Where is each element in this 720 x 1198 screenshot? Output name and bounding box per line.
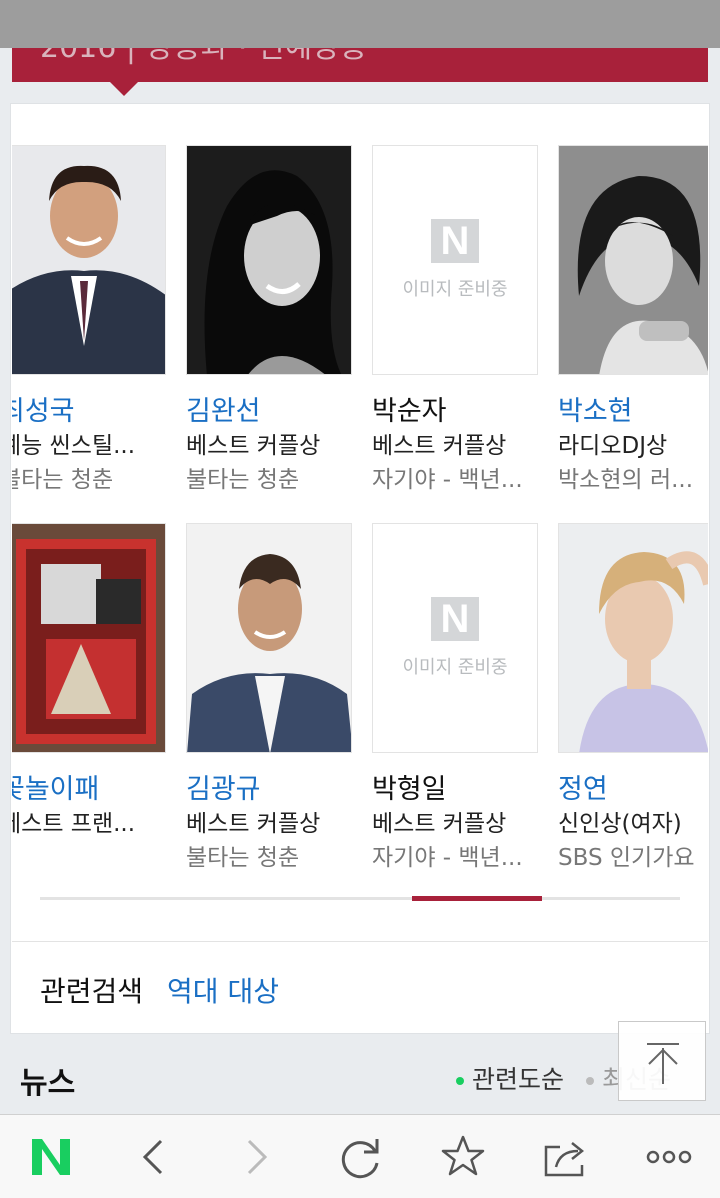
person-card[interactable]: 꽃놀이패 베스트 프랜... (12, 523, 166, 841)
person-name[interactable]: 김완선 (186, 395, 352, 429)
person-show: 박소현의 러... (558, 467, 694, 493)
related-search-link[interactable]: 역대 대상 (167, 975, 279, 1008)
more-icon (646, 1150, 692, 1164)
placeholder-text: 이미지 준비중 (402, 657, 508, 678)
related-search: 관련검색 역대 대상 (40, 970, 279, 1010)
people-grid: 최성국 예능 씬스틸... 불타는 청춘 김완선 베스트 커플상 불타는 청춘 … (12, 104, 708, 904)
banner-pointer (110, 82, 138, 96)
arrow-up-icon (647, 1043, 679, 1084)
person-award: 베스트 프랜... (12, 811, 136, 837)
browser-toolbar (0, 1114, 720, 1198)
person-show: 불타는 청춘 (186, 845, 300, 871)
person-card[interactable]: 김광규 베스트 커플상 불타는 청춘 (186, 523, 352, 875)
person-name: 박형일 (372, 774, 447, 805)
bookmark-button[interactable] (423, 1115, 503, 1198)
person-photo[interactable] (558, 145, 708, 375)
person-award: 신인상(여자) (558, 811, 682, 837)
status-bar (0, 0, 720, 48)
divider (12, 941, 708, 942)
person-show: 자기야 - 백년... (372, 845, 523, 871)
person-award: 라디오DJ상 (558, 433, 668, 459)
person-card[interactable]: 이미지 준비중 박형일 베스트 커플상 자기야 - 백년... (372, 523, 538, 875)
person-name: 박순자 (372, 396, 447, 427)
person-show: 불타는 청춘 (186, 467, 300, 493)
related-search-label: 관련검색 (40, 975, 144, 1008)
naver-placeholder-icon (431, 597, 479, 641)
person-photo[interactable] (186, 523, 352, 753)
person-card[interactable]: 정연 신인상(여자) SBS 인기가요 (558, 523, 708, 875)
person-show: 불타는 청춘 (12, 467, 114, 493)
share-icon (544, 1142, 585, 1177)
person-show: 자기야 - 백년... (372, 467, 523, 493)
person-card[interactable]: 김완선 베스트 커플상 불타는 청춘 (186, 145, 352, 497)
naver-logo-icon (32, 1139, 70, 1175)
person-name[interactable]: 정연 (558, 773, 708, 807)
person-award: 베스트 커플상 (186, 433, 321, 459)
image-placeholder[interactable]: 이미지 준비중 (372, 523, 538, 753)
person-show: SBS 인기가요 (558, 845, 695, 871)
person-award: 베스트 커플상 (372, 433, 507, 459)
show-photo[interactable] (12, 523, 166, 753)
carousel-scroll-thumb[interactable] (412, 896, 542, 901)
person-card[interactable]: 이미지 준비중 박순자 베스트 커플상 자기야 - 백년... (372, 145, 538, 497)
refresh-icon (341, 1139, 379, 1179)
sort-relevance[interactable]: 관련도순 (472, 1065, 564, 1094)
person-name[interactable]: 김광규 (186, 773, 352, 807)
back-icon (142, 1139, 163, 1175)
person-photo[interactable] (558, 523, 708, 753)
person-name[interactable]: 꽃놀이패 (12, 773, 166, 807)
forward-icon (247, 1139, 268, 1175)
person-card[interactable]: 박소현 라디오DJ상 박소현의 러... (558, 145, 708, 497)
more-button[interactable] (629, 1115, 709, 1198)
back-button[interactable] (112, 1115, 192, 1198)
star-icon (441, 1135, 485, 1176)
person-award: 베스트 커플상 (372, 811, 507, 837)
person-award: 예능 씬스틸... (12, 433, 136, 459)
forward-button[interactable] (218, 1115, 298, 1198)
person-award: 베스트 커플상 (186, 811, 321, 837)
active-dot-icon (456, 1077, 464, 1085)
image-placeholder[interactable]: 이미지 준비중 (372, 145, 538, 375)
scroll-to-top-button[interactable] (618, 1021, 706, 1101)
news-section-title: 뉴스 (20, 1066, 76, 1101)
refresh-button[interactable] (320, 1115, 400, 1198)
naver-home-button[interactable] (11, 1115, 91, 1198)
share-button[interactable] (526, 1115, 606, 1198)
person-name[interactable]: 박소현 (558, 395, 708, 429)
person-card[interactable]: 최성국 예능 씬스틸... 불타는 청춘 (12, 145, 166, 497)
naver-placeholder-icon (431, 219, 479, 263)
placeholder-text: 이미지 준비중 (402, 279, 508, 300)
inactive-dot-icon (585, 1077, 594, 1085)
person-photo[interactable] (12, 145, 166, 375)
carousel-scrollbar[interactable] (40, 897, 680, 900)
person-name[interactable]: 최성국 (12, 395, 166, 429)
person-photo[interactable] (186, 145, 352, 375)
